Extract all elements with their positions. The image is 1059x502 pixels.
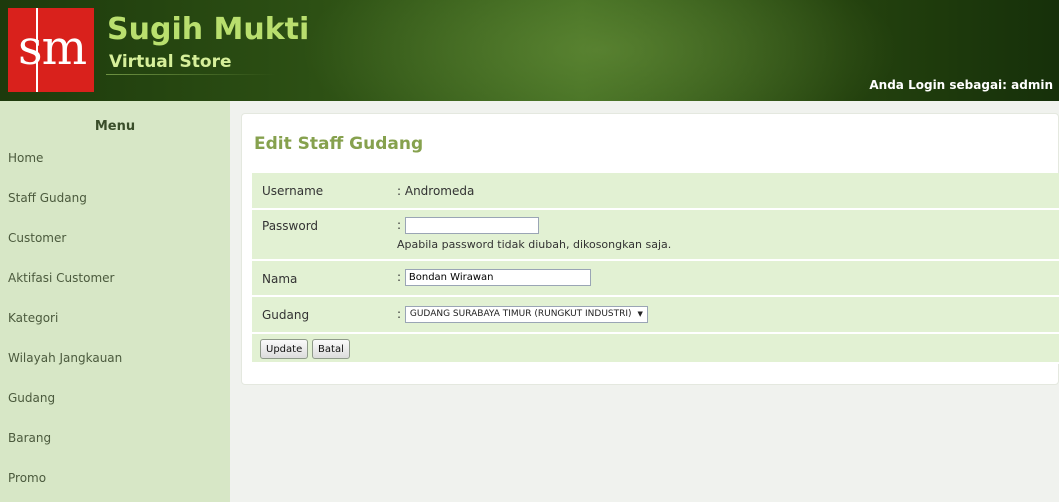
gudang-label: Gudang: [252, 296, 389, 334]
logo-text: sm: [18, 20, 87, 76]
edit-staff-card: Edit Staff Gudang Username : Andromeda P…: [241, 113, 1059, 385]
brand-subtitle: Virtual Store: [109, 52, 232, 72]
nama-input[interactable]: [404, 269, 591, 286]
update-button[interactable]: Update: [260, 339, 309, 359]
password-input[interactable]: [404, 217, 539, 234]
nama-label: Nama: [252, 260, 389, 297]
password-label: Password: [252, 209, 389, 261]
nama-colon: :: [397, 270, 402, 284]
gudang-select[interactable]: GUDANG SURABAYA TIMUR (RUNGKUT INDUSTRI)…: [404, 306, 648, 323]
main-content: Edit Staff Gudang Username : Andromeda P…: [230, 101, 1059, 502]
sidebar-item-home[interactable]: Home: [8, 151, 43, 165]
sidebar-item-barang[interactable]: Barang: [8, 431, 51, 445]
form-row-password: Password : Apabila password tidak diubah…: [252, 209, 1059, 261]
password-hint: Apabila password tidak diubah, dikosongk…: [397, 238, 672, 251]
sidebar-item-staff-gudang[interactable]: Staff Gudang: [8, 191, 87, 205]
form-row-username: Username : Andromeda: [252, 173, 1059, 210]
cancel-button[interactable]: Batal: [312, 339, 350, 359]
sidebar-item-gudang[interactable]: Gudang: [8, 391, 55, 405]
brand-title: Sugih Mukti: [107, 12, 310, 47]
header: sm Sugih Mukti Virtual Store Anda Login …: [0, 0, 1059, 101]
logo: sm: [8, 8, 94, 92]
gudang-selected-value: GUDANG SURABAYA TIMUR (RUNGKUT INDUSTRI): [409, 309, 632, 319]
sidebar-item-promo[interactable]: Promo: [8, 471, 46, 485]
username-value: : Andromeda: [389, 173, 1059, 210]
username-label: Username: [252, 173, 389, 210]
gudang-colon: :: [397, 307, 402, 321]
menu-title: Menu: [94, 119, 136, 134]
sidebar-item-aktifasi-customer[interactable]: Aktifasi Customer: [8, 271, 114, 285]
brand-underline: [106, 74, 276, 75]
header-glow: [300, 0, 900, 101]
sidebar: Menu Home Staff Gudang Customer Aktifasi…: [0, 101, 230, 502]
password-colon: :: [397, 218, 402, 232]
sidebar-item-kategori[interactable]: Kategori: [8, 311, 58, 325]
sidebar-item-wilayah-jangkauan[interactable]: Wilayah Jangkauan: [8, 351, 122, 365]
form-row-gudang: Gudang : GUDANG SURABAYA TIMUR (RUNGKUT …: [252, 296, 1059, 334]
sidebar-item-customer[interactable]: Customer: [8, 231, 66, 245]
page-title: Edit Staff Gudang: [254, 134, 424, 154]
form-row-nama: Nama :: [252, 260, 1059, 297]
form-row-actions: Update Batal: [252, 333, 1059, 364]
edit-form: Username : Andromeda Password : Apabila …: [252, 173, 1059, 364]
login-info: Anda Login sebagai: admin: [869, 78, 1053, 92]
chevron-down-icon: ▼: [637, 310, 643, 318]
